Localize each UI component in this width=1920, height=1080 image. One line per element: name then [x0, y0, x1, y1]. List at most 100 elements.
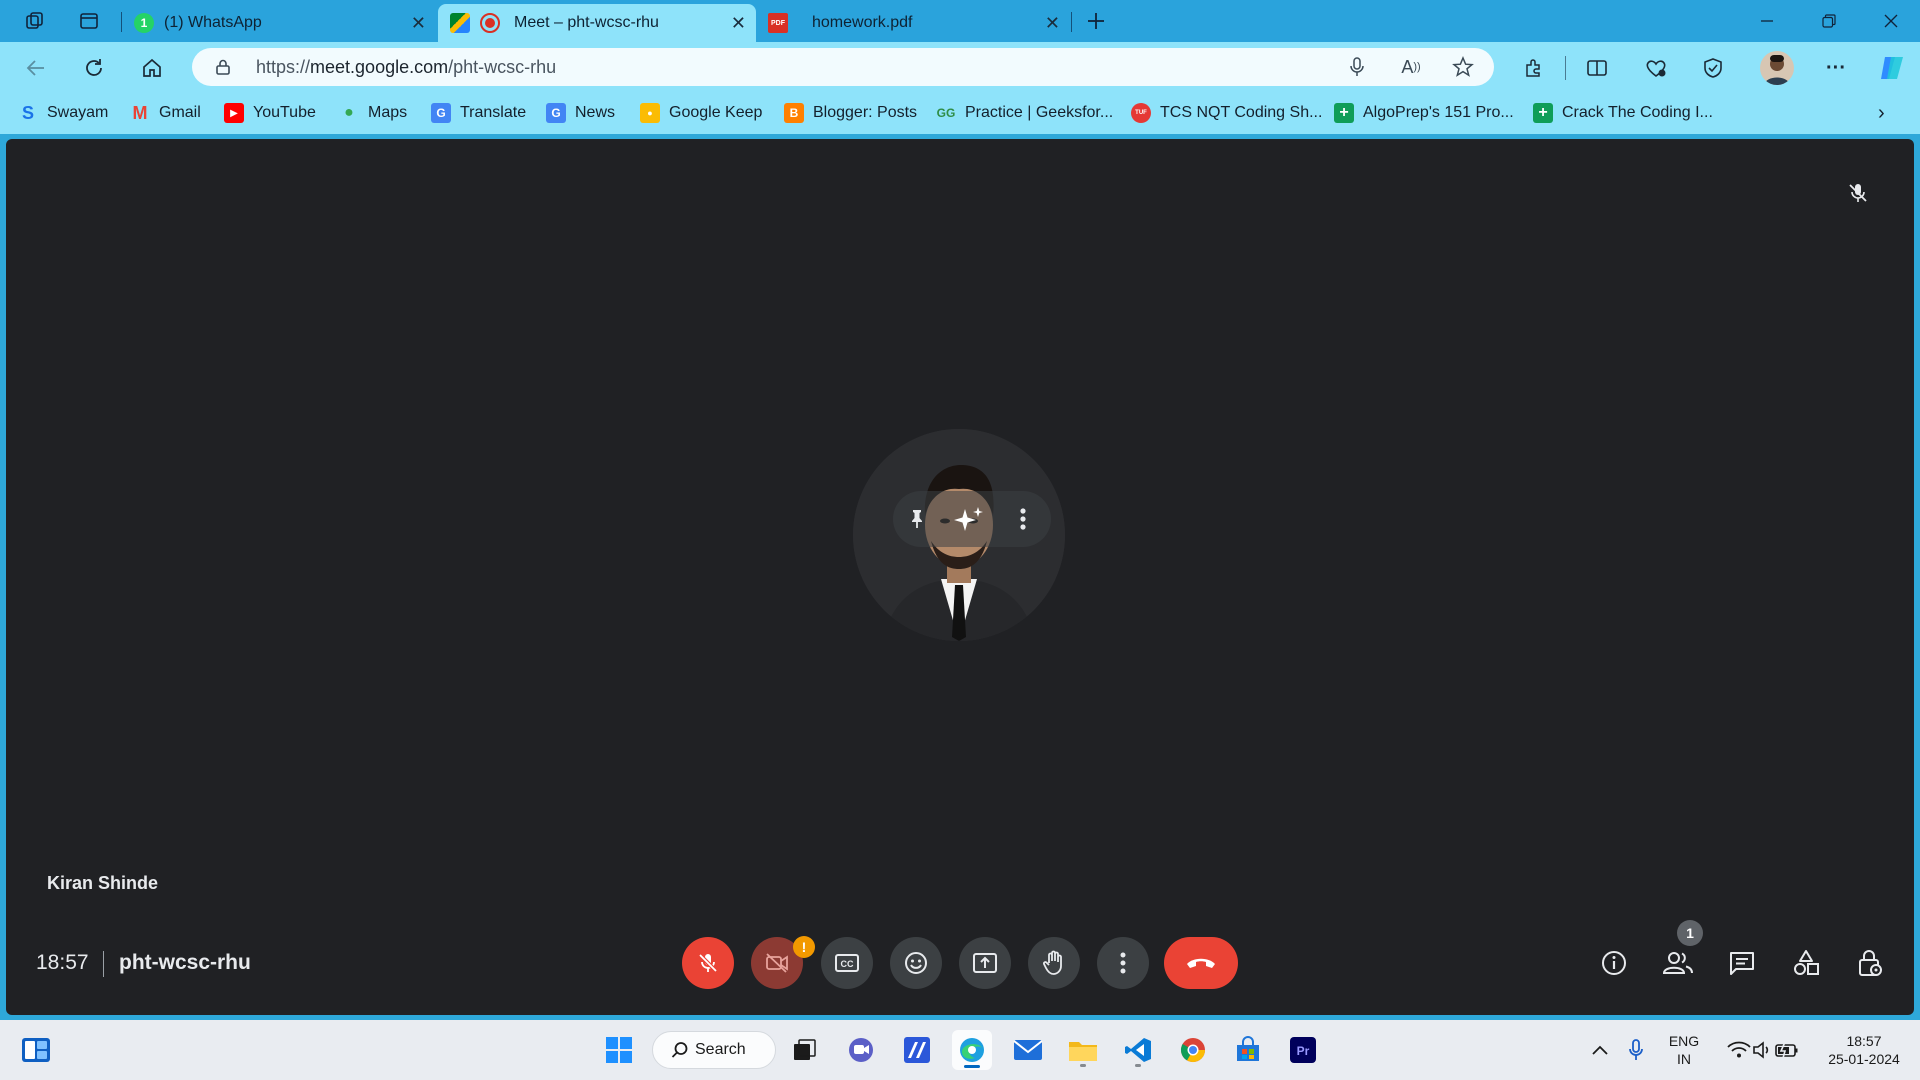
handwriting-app-icon[interactable]: [897, 1030, 937, 1070]
browser-essentials-icon[interactable]: [1640, 52, 1672, 84]
bookmark-gmail[interactable]: M Gmail: [130, 101, 201, 125]
system-clock[interactable]: 18:57 25-01-2024: [1814, 1032, 1914, 1068]
restore-icon[interactable]: [1806, 6, 1852, 36]
widgets-icon[interactable]: [16, 1030, 56, 1070]
tab-whatsapp[interactable]: 1 (1) WhatsApp ✕: [122, 4, 436, 42]
bookmark-blogger[interactable]: B Blogger: Posts: [784, 101, 917, 125]
pin-icon[interactable]: [905, 507, 929, 531]
people-button[interactable]: [1658, 943, 1698, 983]
chat-button[interactable]: [1722, 943, 1762, 983]
back-arrow-icon[interactable]: [20, 52, 52, 84]
close-tab-icon[interactable]: ✕: [411, 13, 426, 34]
more-vert-icon: [1120, 952, 1126, 974]
microphone-in-use-icon[interactable]: [1616, 1030, 1656, 1070]
bookmark-label: Gmail: [159, 104, 201, 121]
quick-settings-tray[interactable]: [1714, 1030, 1812, 1070]
file-explorer-icon[interactable]: [1063, 1030, 1103, 1070]
tile-more-options-icon[interactable]: [1017, 505, 1029, 533]
svg-text:CC: CC: [841, 959, 854, 969]
activities-button[interactable]: [1786, 943, 1826, 983]
tab-title: homework.pdf: [812, 14, 913, 31]
geeksforgeeks-icon: GG: [936, 106, 956, 120]
tab-meet[interactable]: Meet – pht-wcsc-rhu ✕: [438, 4, 756, 42]
more-options-button[interactable]: [1097, 937, 1149, 989]
address-bar[interactable]: https://meet.google.com/pht-wcsc-rhu A)): [192, 48, 1494, 86]
more-options-icon[interactable]: ···: [1820, 52, 1852, 84]
url-host: meet.google.com: [310, 57, 449, 77]
blogger-icon: B: [784, 103, 804, 123]
split-screen-icon[interactable]: [1581, 52, 1613, 84]
raise-hand-button[interactable]: [1028, 937, 1080, 989]
meeting-details-button[interactable]: [1594, 943, 1634, 983]
collections-icon[interactable]: [1697, 52, 1729, 84]
favorite-star-icon[interactable]: [1450, 54, 1476, 80]
new-tab-icon[interactable]: [1083, 8, 1109, 34]
bookmark-maps[interactable]: ● Maps: [339, 101, 407, 125]
task-view-icon[interactable]: [785, 1030, 825, 1070]
premiere-pro-icon[interactable]: Pr: [1283, 1030, 1323, 1070]
bookmark-label: TCS NQT Coding Sh...: [1160, 104, 1323, 121]
recording-icon: [480, 13, 500, 33]
bookmarks-overflow-chevron-icon[interactable]: ›: [1878, 101, 1885, 125]
vscode-icon[interactable]: [1118, 1030, 1158, 1070]
participant-name: Kiran Shinde: [47, 873, 159, 893]
url-path: /pht-wcsc-rhu: [448, 57, 557, 77]
search-icon: [671, 1042, 688, 1058]
bookmark-google-keep[interactable]: ● Google Keep: [640, 101, 762, 125]
host-controls-button[interactable]: [1850, 943, 1890, 983]
profile-avatar[interactable]: [1760, 51, 1794, 85]
bookmark-crack-the-coding[interactable]: + Crack The Coding I...: [1533, 101, 1713, 125]
reactions-button[interactable]: [890, 937, 942, 989]
taskbar-search-box[interactable]: Search: [652, 1031, 776, 1069]
close-tab-icon[interactable]: ✕: [731, 13, 746, 34]
home-icon[interactable]: [136, 52, 168, 84]
whatsapp-icon: 1: [134, 13, 154, 33]
mic-toggle-button[interactable]: [682, 937, 734, 989]
bookmark-geeksforgeeks[interactable]: GG Practice | Geeksfor...: [936, 101, 1114, 125]
show-hidden-icons-chevron-icon[interactable]: [1580, 1030, 1620, 1070]
edge-browser-icon[interactable]: [952, 1030, 992, 1070]
refresh-icon[interactable]: [78, 52, 110, 84]
google-sheets-icon: +: [1334, 103, 1354, 123]
toolbar-separator: [1565, 56, 1566, 80]
battery-charging-icon: [1775, 1041, 1798, 1059]
bookmark-tcs-nqt[interactable]: TUF TCS NQT Coding Sh...: [1131, 101, 1322, 125]
microsoft-store-icon[interactable]: [1228, 1030, 1268, 1070]
bookmark-youtube[interactable]: ▶ YouTube: [224, 101, 316, 125]
close-tab-icon[interactable]: ✕: [1045, 13, 1060, 34]
meet-stage: Kiran Shinde 18:57 pht-wcsc-rhu ! CC 1: [6, 139, 1914, 1015]
read-aloud-icon[interactable]: A)): [1398, 54, 1424, 80]
start-windows-icon[interactable]: [599, 1030, 639, 1070]
maps-icon: ●: [344, 104, 354, 121]
workspaces-icon[interactable]: [22, 8, 48, 34]
hang-up-icon: [1187, 958, 1215, 968]
google-meet-icon: [450, 13, 470, 33]
input-language-indicator[interactable]: ENG IN: [1664, 1032, 1704, 1068]
bookmark-swayam[interactable]: S Swayam: [18, 101, 108, 125]
teams-chat-icon[interactable]: [841, 1030, 881, 1070]
bookmark-label: Google Keep: [669, 104, 763, 121]
tab-homework-pdf[interactable]: PDF homework.pdf ✕: [756, 4, 1070, 42]
present-screen-button[interactable]: [959, 937, 1011, 989]
wifi-icon: [1727, 1041, 1751, 1058]
tab-actions-icon[interactable]: [76, 8, 102, 34]
extensions-icon[interactable]: [1518, 52, 1550, 84]
visual-effects-sparkle-icon[interactable]: [950, 501, 988, 539]
lock-icon[interactable]: [210, 54, 236, 80]
copilot-icon[interactable]: [1876, 52, 1908, 84]
search-label: Search: [695, 1041, 746, 1058]
bookmark-algoprep[interactable]: + AlgoPrep's 151 Pro...: [1334, 101, 1514, 125]
leave-call-button[interactable]: [1164, 937, 1238, 989]
bookmark-news[interactable]: G News: [546, 101, 615, 125]
bookmark-translate[interactable]: G Translate: [431, 101, 526, 125]
mail-icon[interactable]: [1008, 1030, 1048, 1070]
url-text[interactable]: https://meet.google.com/pht-wcsc-rhu: [256, 57, 556, 78]
bookmark-label: Crack The Coding I...: [1562, 104, 1713, 121]
youtube-icon: ▶: [224, 103, 244, 123]
captions-button[interactable]: CC: [821, 937, 873, 989]
chrome-icon[interactable]: [1173, 1030, 1213, 1070]
minimize-icon[interactable]: [1744, 6, 1790, 36]
tab-separator: [1071, 12, 1072, 32]
microphone-icon[interactable]: [1344, 54, 1370, 80]
close-window-icon[interactable]: [1868, 6, 1914, 36]
